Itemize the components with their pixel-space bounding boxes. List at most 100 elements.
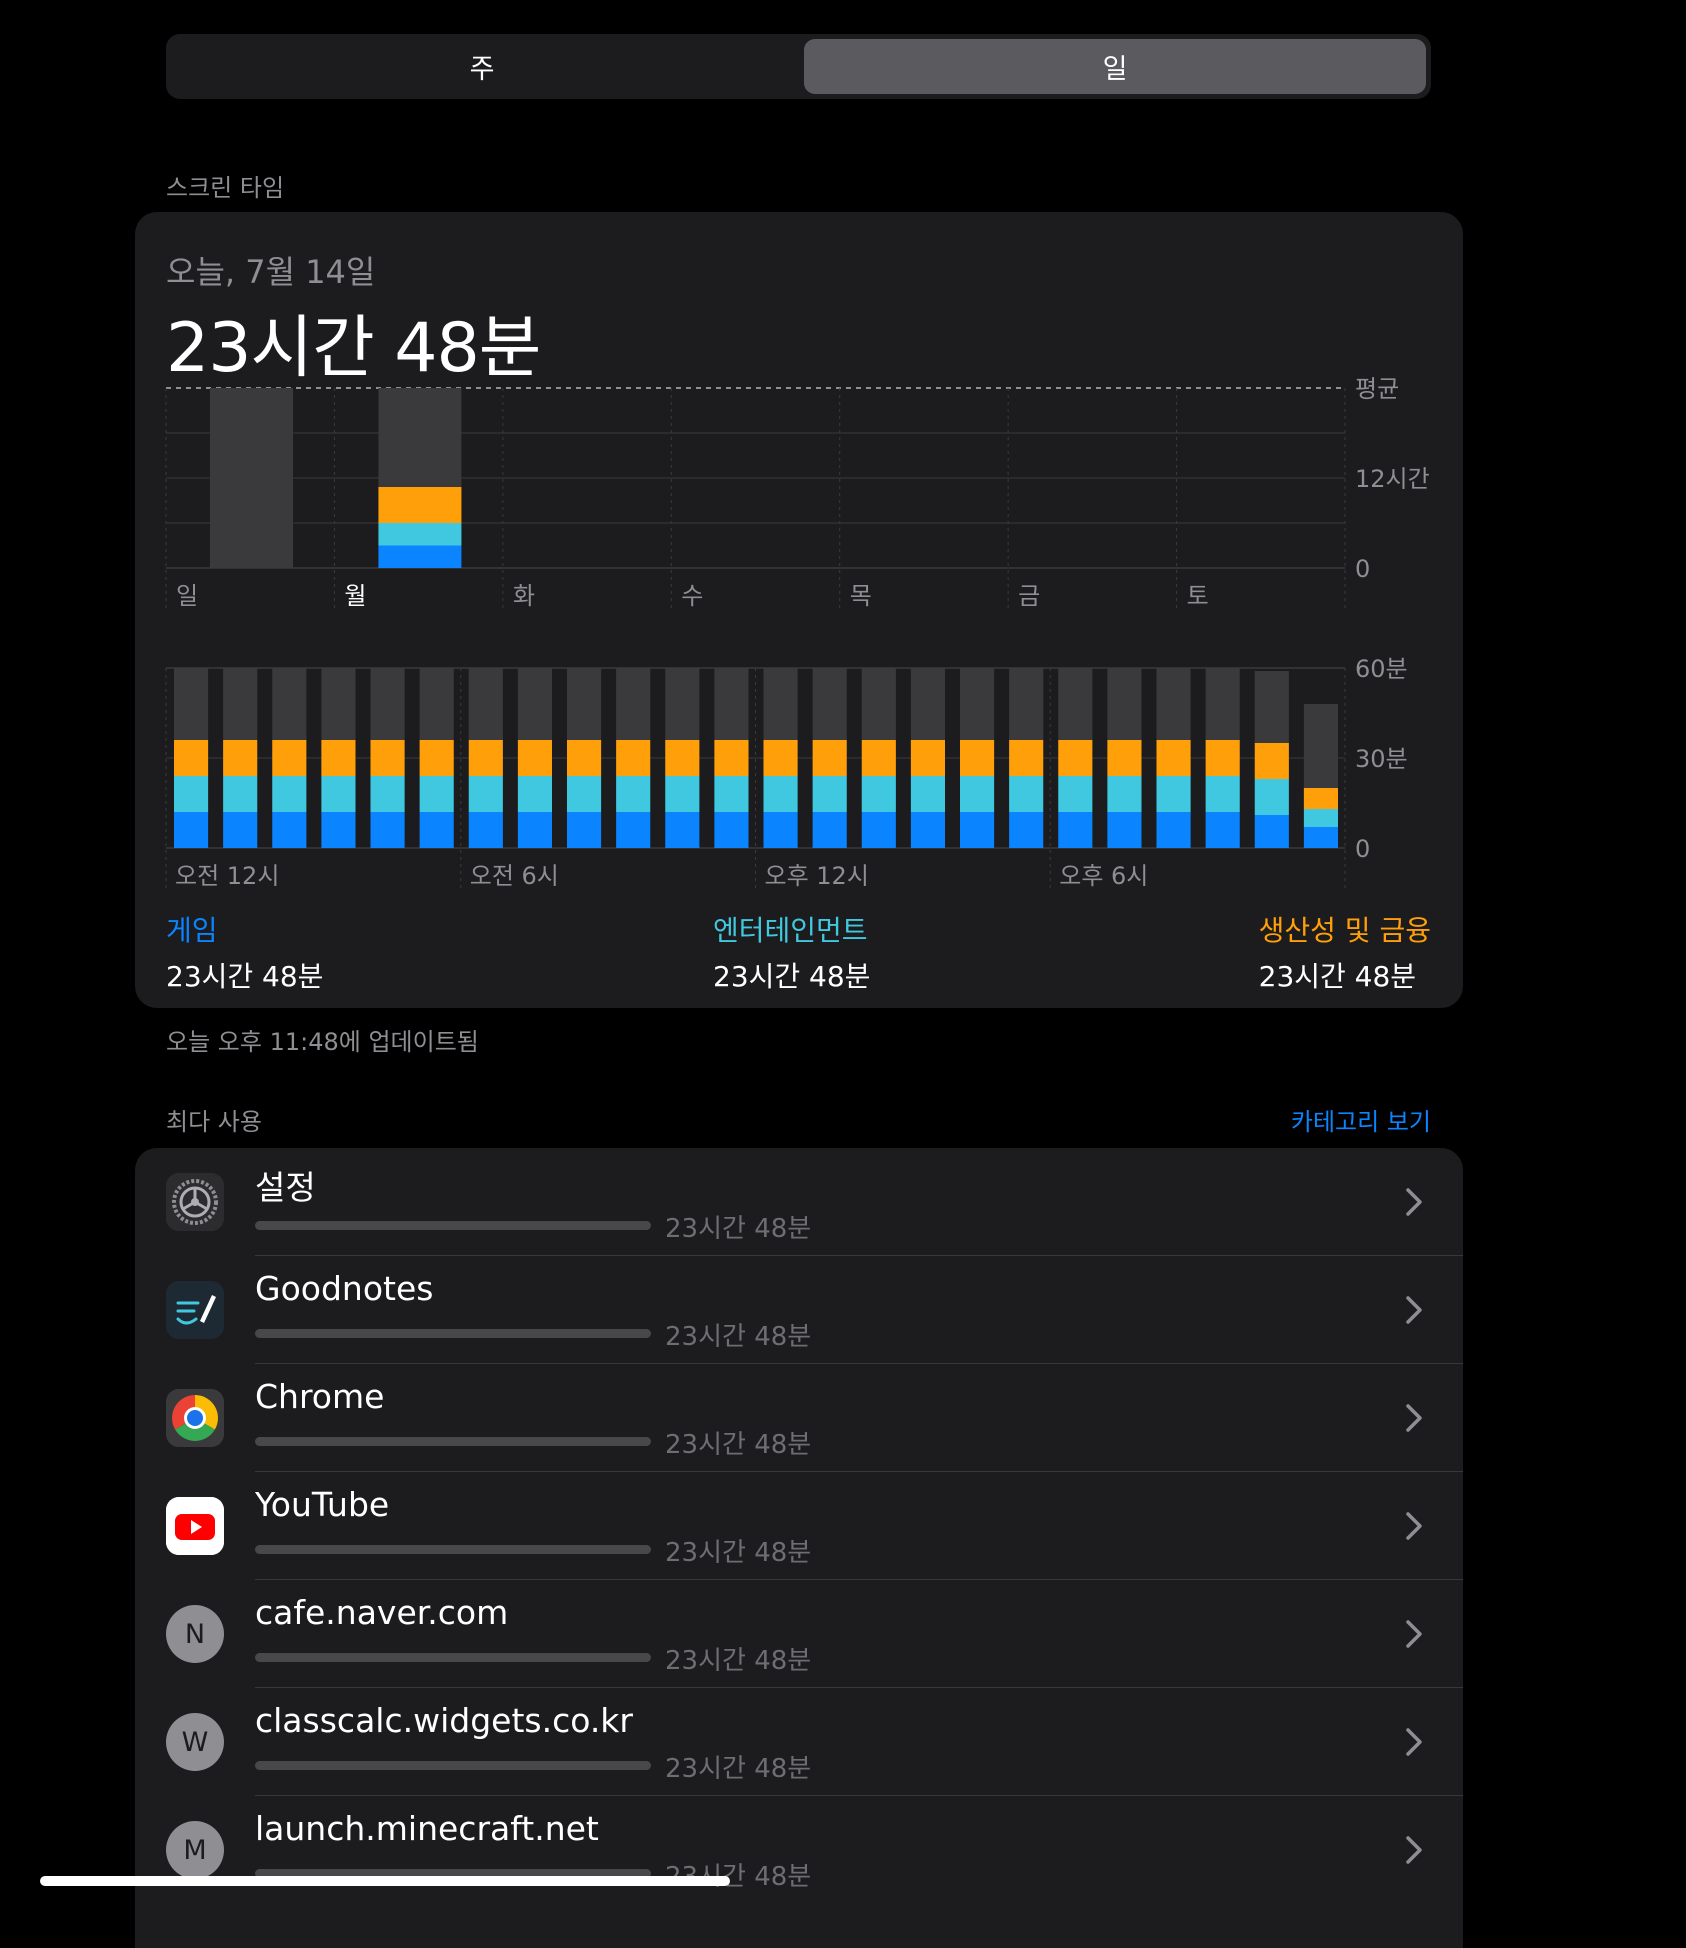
hourly-bar-entertainment xyxy=(517,776,552,812)
hourly-bar-other xyxy=(174,668,209,740)
hourly-bar-productivity xyxy=(321,740,356,776)
usage-time: 23시간 48분 xyxy=(665,1538,812,1568)
hourly-bar-other xyxy=(370,668,405,740)
hourly-bar-productivity xyxy=(714,740,749,776)
hourly-usage-chart: 오전 12시 오전 6시 오후 12시 오후 6시 60분 30분 0 xyxy=(165,655,1408,890)
hourly-bar-other xyxy=(1107,668,1142,740)
usage-time: 23시간 48분 xyxy=(665,1862,812,1892)
app-name: Chrome xyxy=(255,1377,385,1416)
hourly-bar-productivity xyxy=(1254,743,1289,779)
hourly-bar-other xyxy=(812,668,847,740)
hourly-bar-entertainment xyxy=(812,776,847,812)
goodnotes-icon xyxy=(166,1281,224,1339)
list-item-youtube[interactable]: YouTube 23시간 48분 xyxy=(135,1472,1463,1580)
hourly-bar-entertainment xyxy=(1107,776,1142,812)
hourly-bar-entertainment xyxy=(567,776,602,812)
hourly-bar-game xyxy=(370,812,405,848)
day-tick-label: 목 xyxy=(850,582,872,610)
hourly-bar-entertainment xyxy=(616,776,651,812)
hourly-bar-entertainment xyxy=(321,776,356,812)
hourly-bar-other xyxy=(1009,668,1044,740)
hourly-bar-entertainment xyxy=(419,776,454,812)
settings-gear-icon xyxy=(166,1173,224,1231)
hourly-bar-other xyxy=(763,668,798,740)
hourly-bar-entertainment xyxy=(1009,776,1044,812)
hourly-bar-game xyxy=(1058,812,1093,848)
hourly-bar-other xyxy=(1058,668,1093,740)
hourly-bar-entertainment xyxy=(861,776,896,812)
hourly-bar-game xyxy=(1303,827,1338,848)
y-tick-label: 30분 xyxy=(1355,745,1408,773)
app-name: classcalc.widgets.co.kr xyxy=(255,1701,633,1740)
hourly-bar-other xyxy=(517,668,552,740)
hourly-bar-game xyxy=(763,812,798,848)
app-name: launch.minecraft.net xyxy=(255,1809,599,1848)
chevron-right-icon xyxy=(1406,1728,1422,1756)
segment-week[interactable]: 주 xyxy=(171,39,793,94)
hourly-bar-productivity xyxy=(665,740,700,776)
hourly-bar-entertainment xyxy=(665,776,700,812)
app-name: YouTube xyxy=(255,1485,390,1524)
hourly-bar-productivity xyxy=(468,740,503,776)
category-productivity-value: 23시간 48분 xyxy=(1258,960,1417,993)
chevron-right-icon xyxy=(1406,1512,1422,1540)
hourly-bar-productivity xyxy=(1156,740,1191,776)
home-indicator[interactable] xyxy=(40,1876,730,1886)
category-entertainment-value: 23시간 48분 xyxy=(713,960,871,993)
hourly-bar-productivity xyxy=(272,740,307,776)
hourly-bar-entertainment xyxy=(960,776,995,812)
show-categories-link[interactable]: 카테고리 보기 xyxy=(1291,1102,1431,1137)
hourly-bar-productivity xyxy=(174,740,209,776)
screen-time-section-title: 스크린 타임 xyxy=(166,174,285,202)
hourly-bar-entertainment xyxy=(1303,809,1338,827)
list-item-chrome[interactable]: Chrome 23시간 48분 xyxy=(135,1364,1463,1472)
list-item-minecraft[interactable]: M launch.minecraft.net 23시간 48분 xyxy=(135,1796,1463,1904)
youtube-icon xyxy=(166,1497,224,1555)
usage-time: 23시간 48분 xyxy=(665,1754,812,1784)
hourly-bar-entertainment xyxy=(468,776,503,812)
segment-day[interactable]: 일 xyxy=(804,39,1426,94)
period-segmented-control: 주 일 xyxy=(166,34,1431,99)
most-used-title: 최다 사용 xyxy=(166,1108,262,1136)
weekly-bar-other xyxy=(378,388,462,487)
category-entertainment-label: 엔터테인먼트 xyxy=(713,914,868,947)
day-tick-label: 화 xyxy=(513,582,535,610)
chevron-right-icon xyxy=(1406,1296,1422,1324)
weekly-bar-game xyxy=(378,545,462,568)
hourly-bar-entertainment xyxy=(370,776,405,812)
hourly-bar-game xyxy=(861,812,896,848)
list-item-settings[interactable]: 설정 23시간 48분 xyxy=(135,1148,1463,1256)
hourly-bar-productivity xyxy=(1058,740,1093,776)
most-used-list: 설정 23시간 48분 Goodnotes 23시간 48분 Chrome 23… xyxy=(135,1148,1463,1948)
day-tick-label: 일 xyxy=(176,582,198,610)
hourly-bar-game xyxy=(1107,812,1142,848)
hourly-bar-entertainment xyxy=(1156,776,1191,812)
hourly-bar-entertainment xyxy=(763,776,798,812)
hourly-bar-entertainment xyxy=(1254,779,1289,815)
x-tick-label: 오전 12시 xyxy=(175,862,279,890)
list-item-goodnotes[interactable]: Goodnotes 23시간 48분 xyxy=(135,1256,1463,1364)
category-productivity-label: 생산성 및 금융 xyxy=(1258,914,1431,947)
usage-time: 23시간 48분 xyxy=(665,1430,812,1460)
hourly-bar-other xyxy=(714,668,749,740)
list-item-classcalc[interactable]: W classcalc.widgets.co.kr 23시간 48분 xyxy=(135,1688,1463,1796)
hourly-bar-game xyxy=(567,812,602,848)
category-game-label: 게임 xyxy=(166,914,218,947)
usage-bar xyxy=(255,1221,651,1230)
chrome-icon xyxy=(166,1389,224,1447)
hourly-bar-game xyxy=(419,812,454,848)
hourly-bar-game xyxy=(1254,815,1289,848)
hourly-bar-entertainment xyxy=(174,776,209,812)
chevron-right-icon xyxy=(1406,1620,1422,1648)
weekly-bar-entertainment xyxy=(378,523,462,546)
y-tick-label: 0 xyxy=(1355,835,1370,863)
hourly-bar-other xyxy=(567,668,602,740)
weekly-bar-productivity xyxy=(378,487,462,523)
hourly-bar-other xyxy=(861,668,896,740)
screen-time-card[interactable]: 오늘, 7월 14일 23시간 48분 일 월 화 수 목 금 토 평균 12시간 0 오전 12… xyxy=(135,212,1463,1008)
hourly-bar-other xyxy=(1156,668,1191,740)
letter-icon: M xyxy=(166,1821,224,1879)
weekly-usage-chart: 일 월 화 수 목 금 토 평균 12시간 0 xyxy=(165,375,1430,610)
list-item-cafe-naver[interactable]: N cafe.naver.com 23시간 48분 xyxy=(135,1580,1463,1688)
hourly-bar-productivity xyxy=(419,740,454,776)
